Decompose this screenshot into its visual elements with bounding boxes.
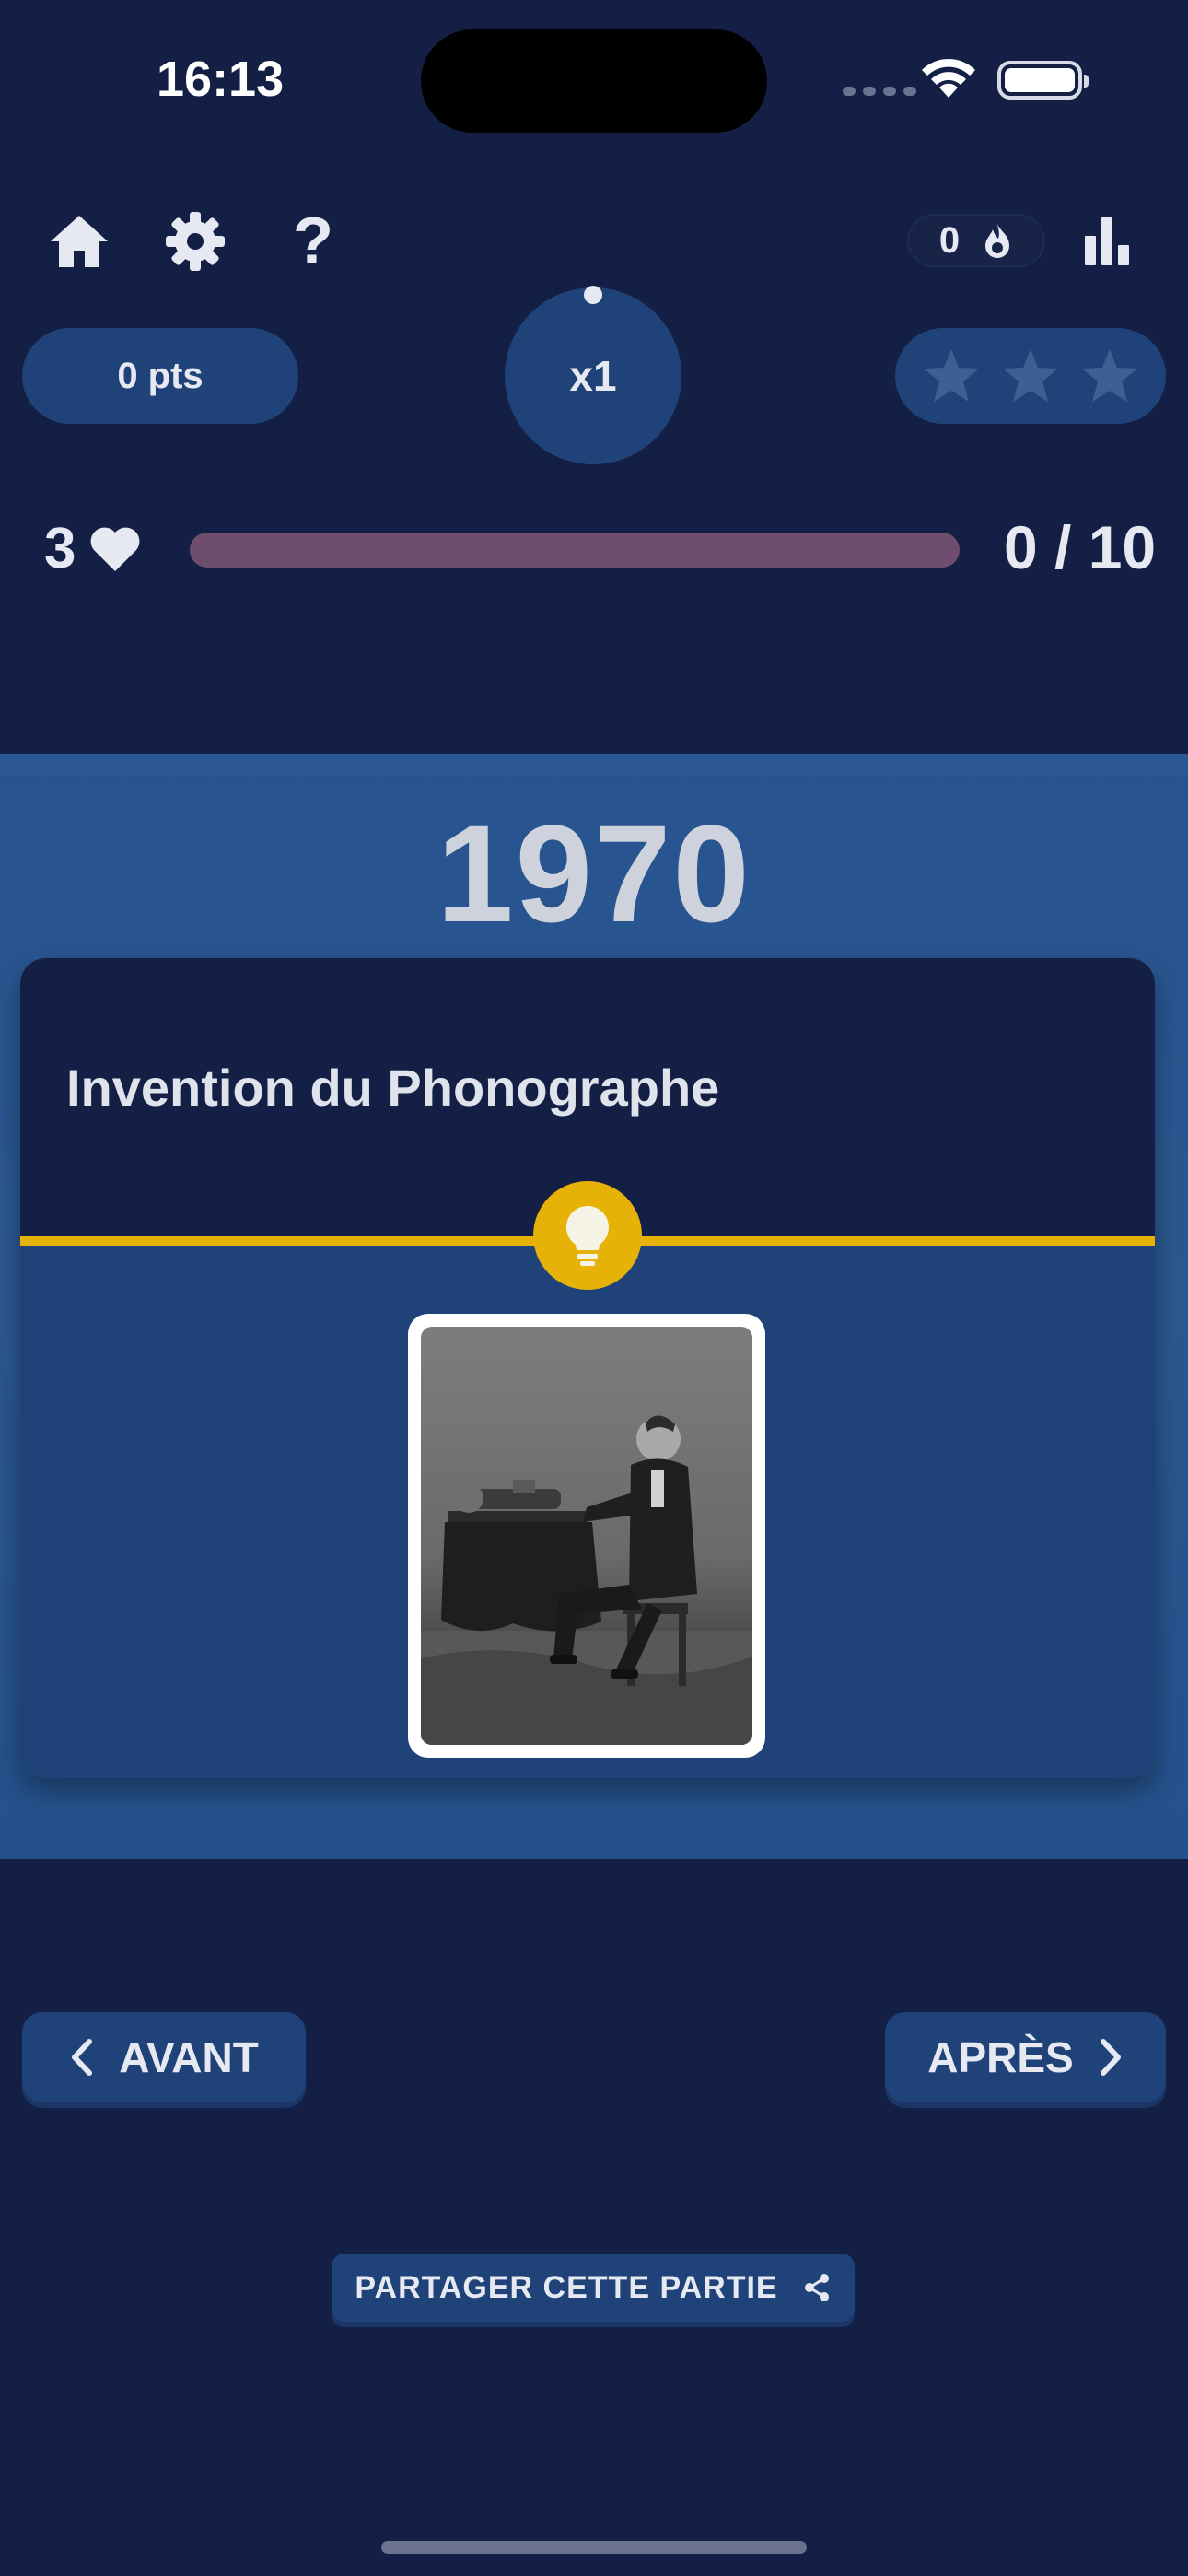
dynamic-island [421,29,767,133]
streak-counter[interactable]: 0 [907,214,1045,267]
event-year: 1970 [437,796,751,951]
lives-count: 3 [44,517,76,580]
wifi-icon [922,58,975,98]
event-photo-frame [408,1314,765,1758]
help-button[interactable]: ? [276,205,350,278]
star-icon [1003,349,1058,402]
after-button[interactable]: APRÈS [885,2012,1166,2102]
points-pill: 0 pts [22,328,298,424]
before-button[interactable]: AVANT [22,2012,306,2102]
event-photo [421,1327,752,1745]
question-counter: 0 / 10 [1004,513,1157,581]
battery-icon [997,61,1089,100]
stats-button[interactable] [1070,205,1144,278]
flame-icon [985,224,1010,258]
share-button-label: PARTAGER CETTE PARTIE [355,2269,778,2305]
streak-count: 0 [938,219,961,261]
multiplier-badge: x1 [505,287,681,464]
star-icon [924,349,979,402]
lives-counter: 3 [44,516,142,581]
bar-chart-icon [1085,217,1129,265]
multiplier-indicator-dot [584,286,602,304]
before-button-label: AVANT [119,2033,259,2081]
hint-button[interactable] [533,1181,642,1290]
cellular-signal-icon [843,87,916,96]
star-icon [1082,349,1137,402]
lightbulb-icon [565,1206,610,1266]
status-time: 16:13 [157,52,285,107]
chevron-left-icon [72,2039,93,2076]
home-indicator[interactable] [381,2541,807,2554]
home-icon [51,216,108,267]
gear-icon [166,212,225,271]
after-button-label: APRÈS [927,2033,1074,2081]
progress-bar [190,533,960,568]
home-button[interactable] [42,205,116,278]
stars-rating [895,328,1166,424]
chevron-right-icon [1100,2039,1121,2076]
help-icon: ? [293,205,333,278]
settings-button[interactable] [158,205,232,278]
share-game-button[interactable]: PARTAGER CETTE PARTIE [332,2254,855,2322]
event-title: Invention du Phonographe [66,1059,720,1117]
heart-icon [91,527,140,571]
share-icon [804,2274,829,2301]
